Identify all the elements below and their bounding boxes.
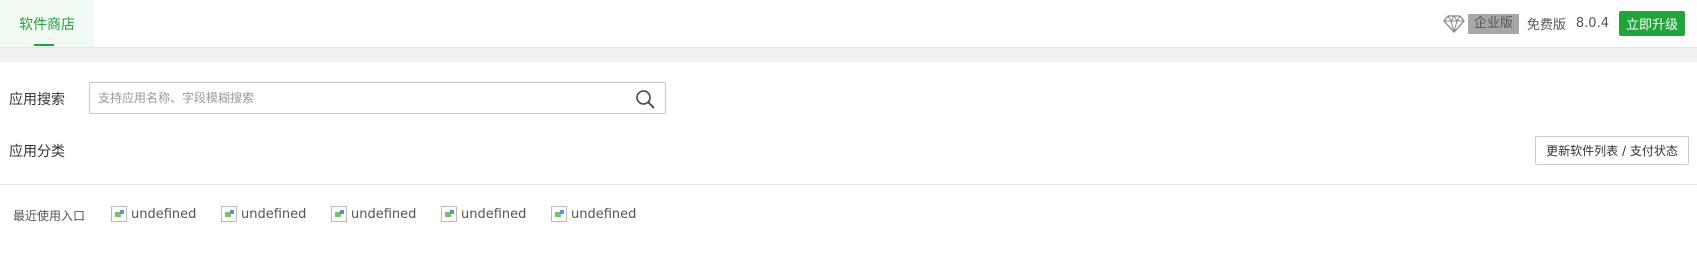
tab-active-indicator bbox=[34, 44, 54, 46]
top-bar: 软件商店 企业版 免费版 8.0.4 立即升级 bbox=[0, 0, 1697, 48]
broken-image-icon bbox=[221, 206, 237, 222]
recent-item-label: undefined bbox=[351, 206, 417, 222]
version-label: 8.0.4 bbox=[1575, 16, 1609, 31]
recent-entries-list: undefined undefined undefined undefined … bbox=[111, 206, 661, 222]
enterprise-badge[interactable]: 企业版 bbox=[1467, 13, 1519, 34]
recent-item-label: undefined bbox=[241, 206, 307, 222]
broken-image-icon bbox=[331, 206, 347, 222]
category-label: 应用分类 bbox=[9, 144, 65, 160]
refresh-software-list-button[interactable]: 更新软件列表 / 支付状态 bbox=[1535, 136, 1689, 165]
recent-item[interactable]: undefined bbox=[221, 206, 331, 222]
top-bar-right: 企业版 免费版 8.0.4 立即升级 bbox=[1442, 0, 1685, 47]
free-edition-label: 免费版 bbox=[1526, 18, 1566, 33]
broken-image-icon bbox=[441, 206, 457, 222]
recent-item[interactable]: undefined bbox=[111, 206, 221, 222]
recent-item-label: undefined bbox=[571, 206, 637, 222]
search-icon[interactable] bbox=[635, 89, 655, 109]
search-input[interactable] bbox=[98, 84, 618, 112]
broken-image-icon bbox=[551, 206, 567, 222]
recent-item-label: undefined bbox=[461, 206, 527, 222]
search-label: 应用搜索 bbox=[9, 92, 65, 108]
search-box bbox=[89, 82, 666, 114]
upgrade-button[interactable]: 立即升级 bbox=[1618, 11, 1685, 36]
recent-item[interactable]: undefined bbox=[551, 206, 661, 222]
broken-image-icon bbox=[111, 206, 127, 222]
recent-entries-label: 最近使用入口 bbox=[13, 209, 86, 223]
tab-software-store-label: 软件商店 bbox=[19, 16, 75, 33]
header-divider-strip bbox=[0, 48, 1697, 62]
section-divider bbox=[0, 184, 1697, 185]
diamond-icon bbox=[1442, 13, 1466, 35]
tab-software-store[interactable]: 软件商店 bbox=[0, 0, 94, 47]
recent-item[interactable]: undefined bbox=[331, 206, 441, 222]
recent-item-label: undefined bbox=[131, 206, 197, 222]
recent-item[interactable]: undefined bbox=[441, 206, 551, 222]
